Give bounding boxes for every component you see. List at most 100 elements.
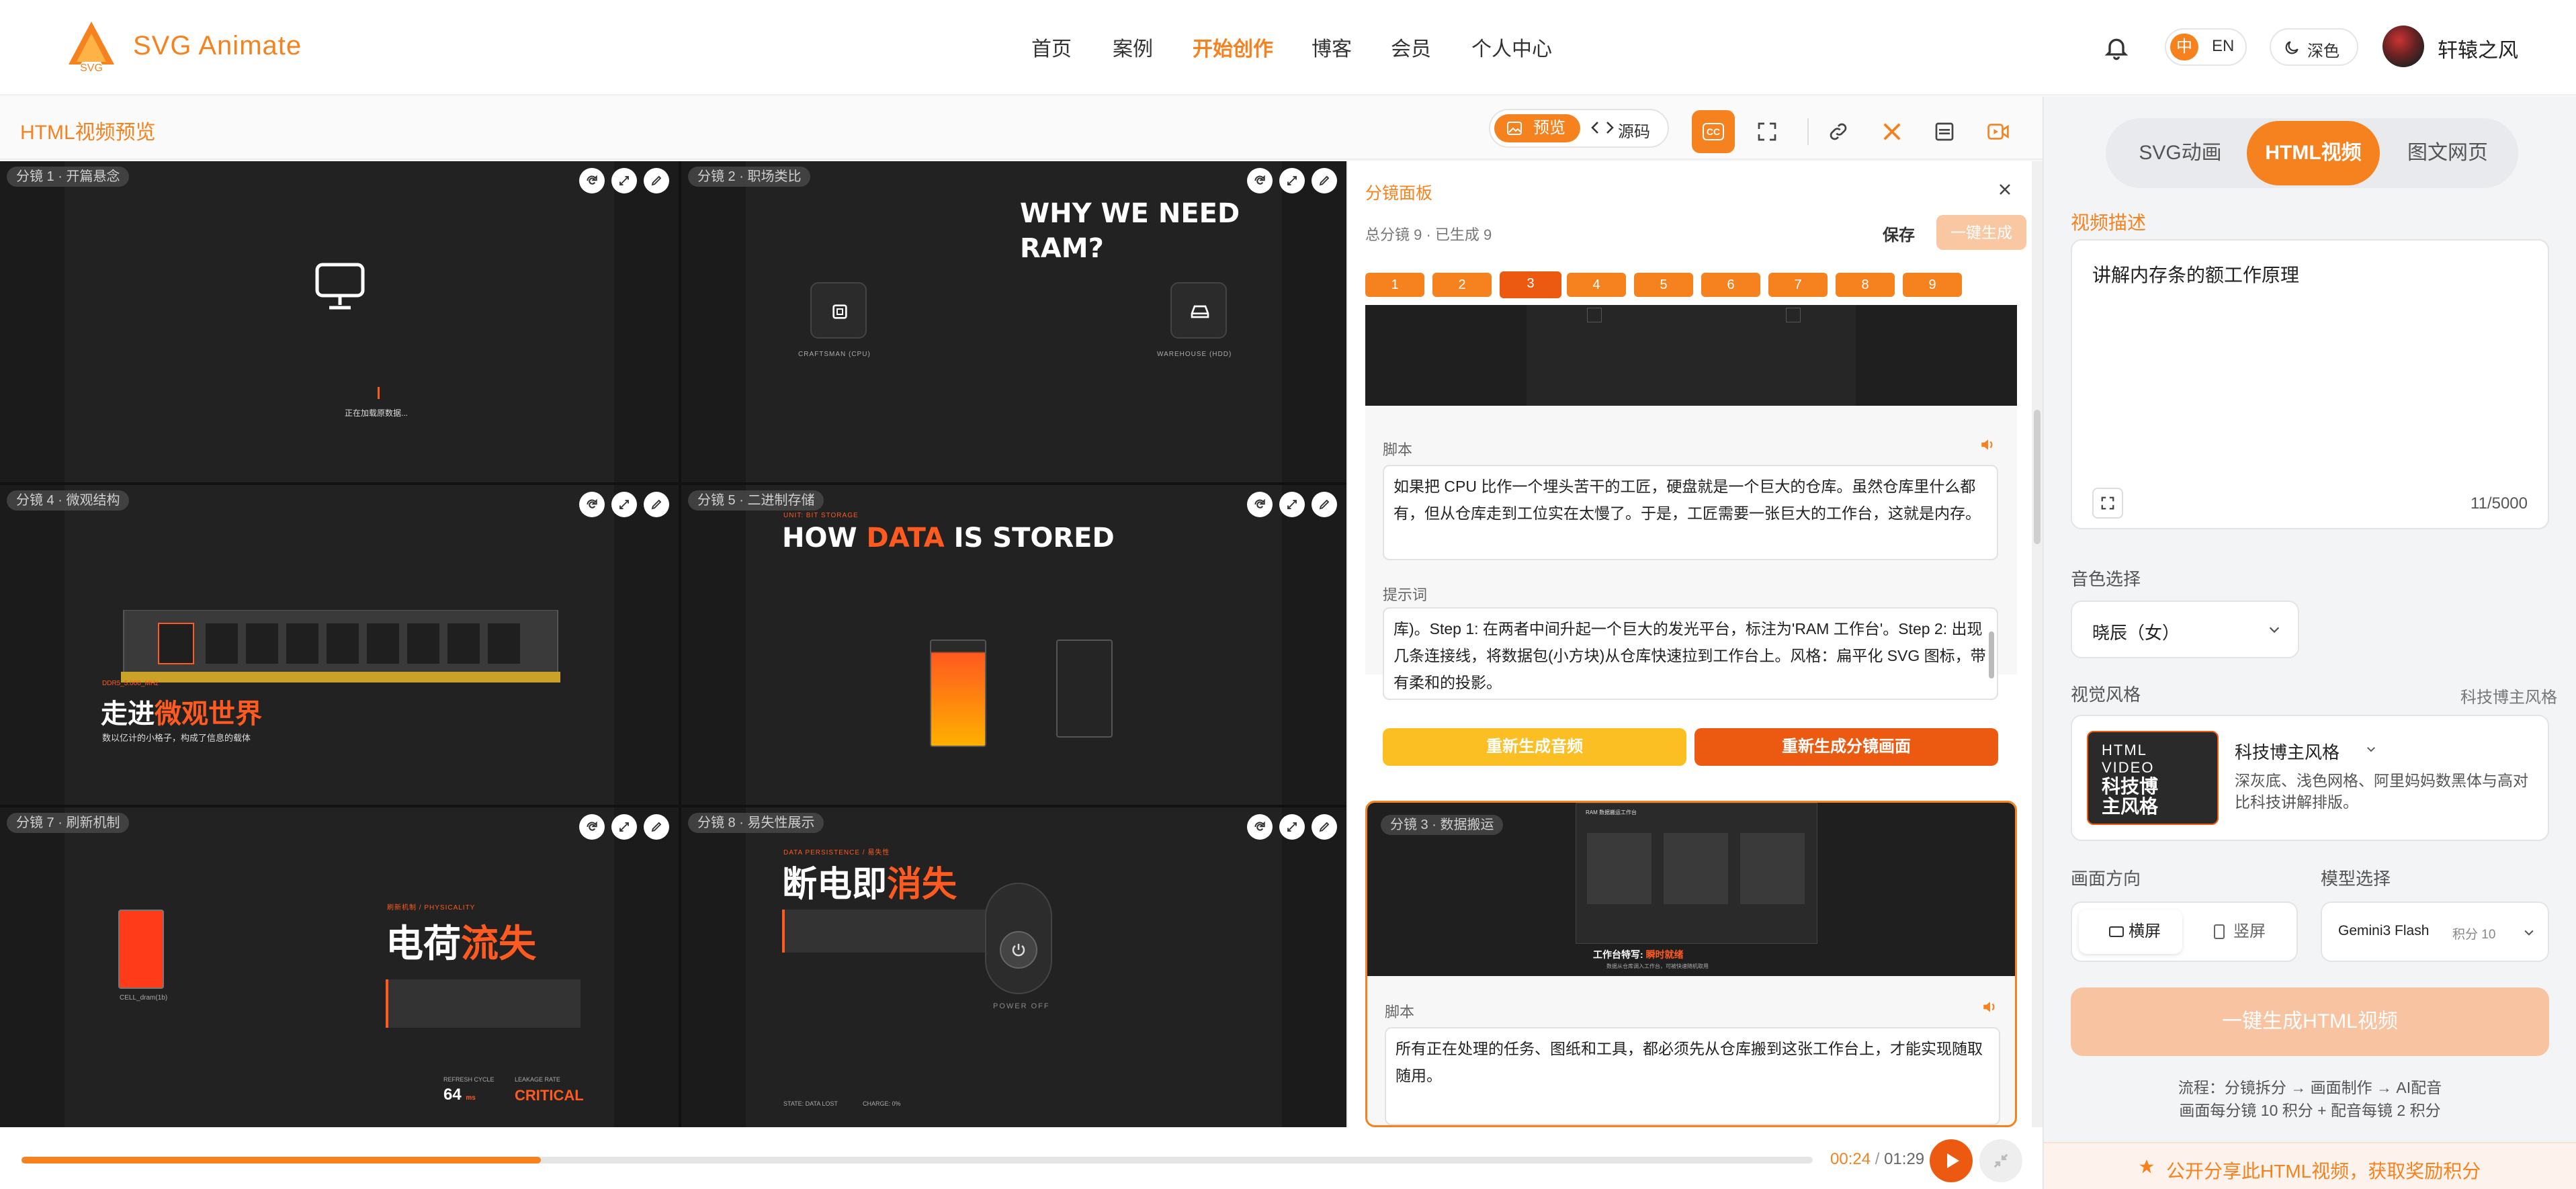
scene-card-thumbnail[interactable]	[1365, 305, 2017, 406]
nav-create[interactable]: 开始创作	[1193, 32, 1273, 62]
export-html-button[interactable]	[1923, 110, 1966, 153]
scene-1[interactable]: 分镜 1 · 开篇悬念 正在加载原数据...	[0, 161, 679, 482]
language-switch[interactable]: 中 EN	[2165, 28, 2247, 66]
edit-icon[interactable]	[1312, 814, 1337, 840]
edit-icon[interactable]	[644, 492, 669, 517]
refresh-icon[interactable]	[1247, 168, 1273, 193]
save-button[interactable]: 保存	[1883, 222, 1915, 245]
generate-all-button[interactable]: 一键生成	[1936, 215, 2026, 250]
refresh-icon[interactable]	[1247, 814, 1273, 840]
style-card[interactable]: HTML VIDEO 科技博 主风格 科技博主风格 深灰底、浅色网格、阿里妈妈数…	[2071, 715, 2549, 841]
voice-select[interactable]: 晓辰（女）	[2071, 601, 2299, 658]
model-select[interactable]: Gemini3 Flash 积分 10	[2321, 901, 2549, 962]
collapse-button[interactable]	[1979, 1139, 2022, 1182]
scene-tab-7[interactable]: 7	[1768, 273, 1828, 297]
nav-membership[interactable]: 会员	[1391, 32, 1431, 62]
leaking-cell	[118, 910, 164, 989]
stat-refresh-unit: ms	[466, 1094, 476, 1102]
scene-tab-3[interactable]: 3	[1500, 271, 1561, 298]
html-file-icon	[1935, 122, 1954, 141]
refresh-icon[interactable]	[1247, 492, 1273, 517]
refresh-icon[interactable]	[579, 814, 605, 840]
expand-icon[interactable]	[611, 814, 637, 840]
scene-tab-5[interactable]: 5	[1634, 273, 1693, 297]
script-textarea[interactable]: 如果把 CPU 比作一个埋头苦干的工匠，硬盘就是一个巨大的仓库。虽然仓库里什么都…	[1383, 465, 1998, 560]
refresh-icon[interactable]	[579, 492, 605, 517]
scene-card-3[interactable]: RAM 数据搬运工作台 工作台特写: 瞬时就绪 数据从仓库调入工作台，可被快速随…	[1365, 801, 2017, 1127]
scene-subtitle: 数以亿计的小格子，构成了信息的载体	[102, 733, 251, 743]
prompt-textarea[interactable]: 库)。Step 1: 在两者中间升起一个巨大的发光平台，标注为'RAM 工作台'…	[1383, 607, 1998, 700]
export-video-button[interactable]	[1977, 110, 2020, 153]
scene-8[interactable]: 分镜 8 · 易失性展示 DATA PERSISTENCE / 易失性 断电即消…	[681, 807, 1346, 1127]
nav-cases[interactable]: 案例	[1113, 32, 1153, 62]
brand-logo[interactable]: SVG	[67, 20, 116, 73]
share-x-button[interactable]	[1871, 110, 1914, 153]
scene-controls	[579, 168, 669, 193]
nav-profile[interactable]: 个人中心	[1471, 32, 1552, 62]
scene-2[interactable]: 分镜 2 · 职场类比 WHY WE NEED RAM? CRAFTSMAN (…	[681, 161, 1346, 482]
prompt-scrollbar[interactable]	[1989, 631, 1994, 678]
edit-icon[interactable]	[644, 168, 669, 193]
brand-name[interactable]: SVG Animate	[133, 31, 302, 61]
tab-rich-page[interactable]: 图文网页	[2385, 121, 2510, 185]
thumbnail-subcaption: 数据从仓库调入工作台，可被快速随机取用	[1606, 963, 1709, 969]
close-icon[interactable]	[1997, 181, 2013, 197]
expand-editor-button[interactable]	[2092, 488, 2123, 519]
scene-tab-4[interactable]: 4	[1567, 273, 1626, 297]
expand-icon[interactable]	[1279, 814, 1305, 840]
lang-zh[interactable]: 中	[2170, 34, 2198, 60]
nav-home[interactable]: 首页	[1031, 32, 1072, 62]
player-bar: 00:24 / 01:29	[0, 1127, 2043, 1189]
expand-icon	[1758, 122, 1776, 141]
theme-toggle[interactable]: 深色	[2270, 28, 2358, 66]
tab-svg-animation[interactable]: SVG动画	[2119, 121, 2241, 185]
progress-track[interactable]	[22, 1157, 1813, 1163]
fullscreen-button[interactable]	[1746, 110, 1789, 153]
copy-link-button[interactable]	[1817, 110, 1860, 153]
hdd-chip	[1170, 282, 1227, 339]
toggle-preview[interactable]: 预览	[1494, 114, 1580, 142]
play-button[interactable]	[1930, 1139, 1973, 1182]
scene-tab-6[interactable]: 6	[1701, 273, 1760, 297]
chevron-down-icon	[2524, 930, 2534, 936]
description-textarea[interactable]: 讲解内存条的额工作原理 11/5000	[2071, 239, 2549, 529]
regenerate-audio-button[interactable]: 重新生成音频	[1383, 728, 1686, 766]
generate-html-video-button[interactable]: 一键生成HTML视频	[2071, 987, 2549, 1056]
expand-icon[interactable]	[611, 492, 637, 517]
username[interactable]: 轩辕之风	[2438, 34, 2518, 63]
scene-7[interactable]: 分镜 7 · 刷新机制 CELL_dram(1b) 刷新机制 / PHYSICA…	[0, 807, 679, 1127]
scene-kicker: UNIT: BIT STORAGE	[783, 512, 859, 519]
expand-icon[interactable]	[1279, 168, 1305, 193]
toggle-source[interactable]: 源码	[1591, 118, 1650, 142]
bell-icon[interactable]	[2103, 34, 2130, 62]
card3-script-textarea[interactable]: 所有正在处理的任务、图纸和工具，都必须先从仓库搬到这张工作台上，才能实现随取随用…	[1385, 1027, 2000, 1125]
moon-icon	[2285, 41, 2299, 54]
nav-blog[interactable]: 博客	[1312, 32, 1352, 62]
tab-html-video[interactable]: HTML视频	[2247, 121, 2380, 185]
panel-scrollbar-thumb[interactable]	[2034, 410, 2041, 544]
lang-en[interactable]: EN	[2212, 37, 2234, 56]
avatar[interactable]	[2382, 26, 2424, 67]
orientation-portrait[interactable]: 竖屏	[2194, 910, 2290, 954]
storyboard-panel: 分镜面板 总分镜 9 · 已生成 9 保存 一键生成 1 2 3 4 5 6 7…	[1346, 161, 2032, 1127]
panel-scrollbar-track	[2032, 161, 2043, 1127]
edit-icon[interactable]	[1312, 492, 1337, 517]
scene-5[interactable]: 分镜 5 · 二进制存储 UNIT: BIT STORAGE HOW DATA …	[681, 485, 1346, 805]
scene-tab-1[interactable]: 1	[1365, 273, 1424, 297]
expand-icon[interactable]	[611, 168, 637, 193]
subtitle-cc-button[interactable]: CC	[1692, 110, 1735, 153]
scene-4[interactable]: 分镜 4 · 微观结构 DDR5_5.000_MHz 走进微观世界 数以亿计的小…	[0, 485, 679, 805]
regenerate-scene-button[interactable]: 重新生成分镜画面	[1694, 728, 1998, 766]
refresh-icon[interactable]	[579, 168, 605, 193]
scene-tab-2[interactable]: 2	[1432, 273, 1492, 297]
speaker-icon[interactable]	[1979, 437, 1997, 453]
scene-tab-9[interactable]: 9	[1903, 273, 1962, 297]
edit-icon[interactable]	[644, 814, 669, 840]
share-banner[interactable]: 公开分享此HTML视频，获取奖励积分	[2044, 1142, 2576, 1189]
edit-icon[interactable]	[1312, 168, 1337, 193]
speaker-icon[interactable]	[1981, 999, 1999, 1015]
scene-tab-8[interactable]: 8	[1836, 273, 1895, 297]
scene-caption: 正在加载原数据...	[344, 408, 408, 418]
orientation-landscape[interactable]: 横屏	[2079, 910, 2182, 954]
expand-icon[interactable]	[1279, 492, 1305, 517]
